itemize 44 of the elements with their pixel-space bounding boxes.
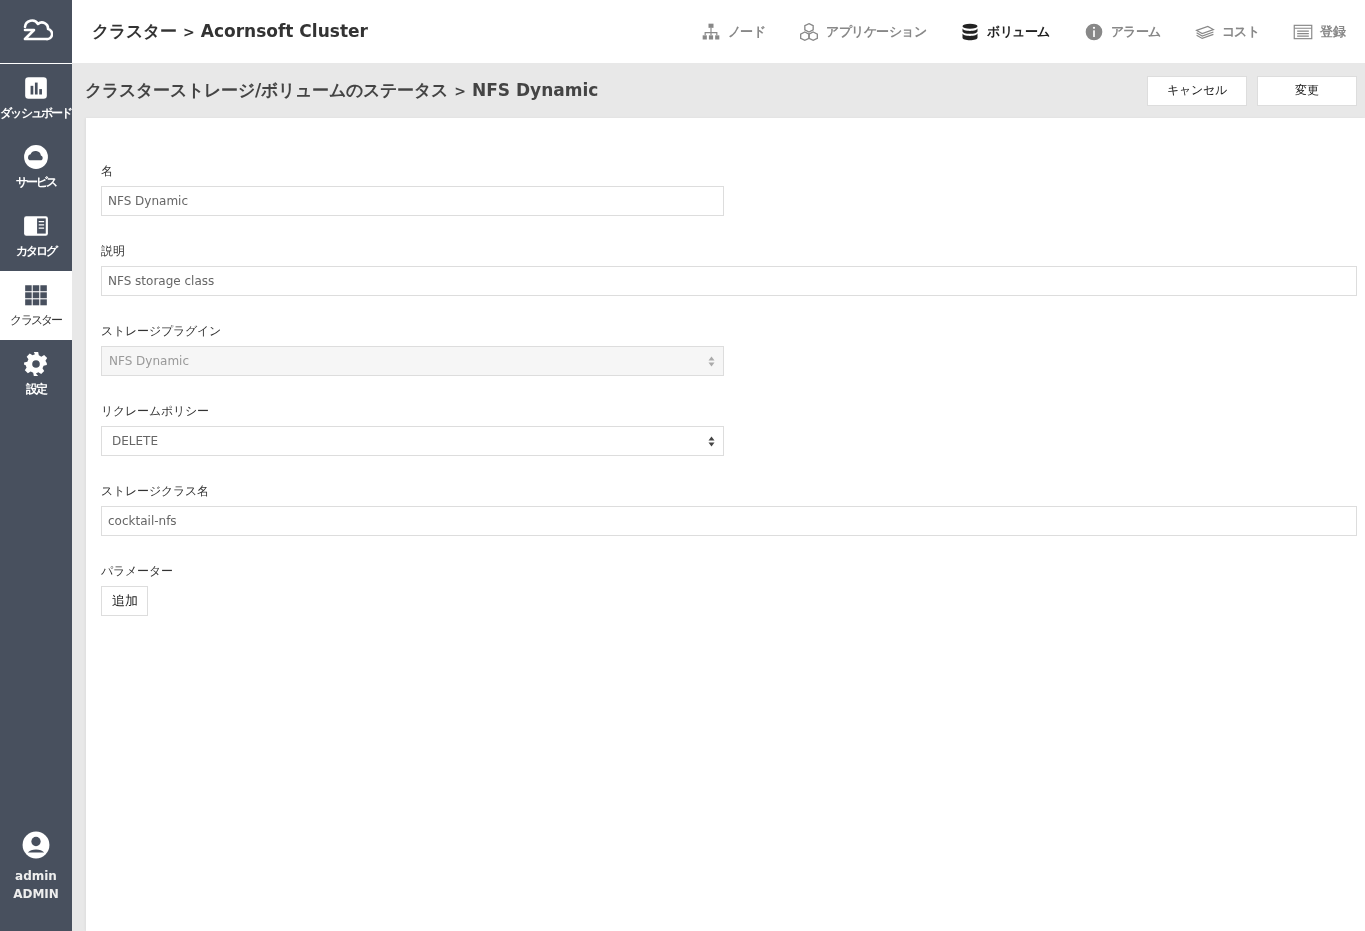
action-button[interactable]: 変更 xyxy=(1257,75,1357,106)
field-label: パラメーター xyxy=(101,563,173,580)
nav-tab[interactable]: 登録 xyxy=(1293,21,1345,42)
field-label: 説明 xyxy=(101,243,125,260)
page-title: NFS Dynamic xyxy=(471,80,599,100)
user-icon xyxy=(22,831,50,859)
nav-tab[interactable]: アプリケーション xyxy=(799,21,926,42)
grid-icon xyxy=(23,282,49,308)
field-label: ストレージクラス名 xyxy=(101,483,209,500)
gear-icon xyxy=(23,351,49,377)
breadcrumb-separator: > xyxy=(183,24,195,40)
user-role: ADMIN xyxy=(13,887,59,901)
field-label: 名 xyxy=(101,163,113,180)
text-input[interactable]: NFS Dynamic xyxy=(101,186,724,216)
sort-arrows-icon xyxy=(708,435,715,447)
page-title: クラスターストレージ/ボリュームのステータス xyxy=(85,79,449,102)
action-button[interactable]: キャンセル xyxy=(1147,75,1247,106)
cloud-icon xyxy=(23,144,49,170)
breadcrumb-item: クラスター xyxy=(92,20,177,43)
field-label: リクレームポリシー xyxy=(101,403,209,420)
add-button[interactable]: 追加 xyxy=(101,586,148,616)
sort-arrows-icon xyxy=(708,355,715,367)
nav-tab[interactable]: ボリューム xyxy=(960,21,1050,42)
user-name: admin xyxy=(15,869,57,883)
text-input[interactable]: NFS storage class xyxy=(101,266,1357,296)
sidebar-item[interactable]: 設定 xyxy=(0,340,72,409)
title-separator: > xyxy=(454,83,466,99)
sidebar-item[interactable]: ダッシュボード xyxy=(0,64,72,133)
sidebar-item[interactable]: サービス xyxy=(0,133,72,202)
field-label: ストレージプラグイン xyxy=(101,323,221,340)
info-icon xyxy=(1083,21,1104,42)
nav-tab[interactable]: ノード xyxy=(700,21,765,42)
book-icon xyxy=(23,213,49,239)
nav-tab[interactable]: コスト xyxy=(1194,21,1259,42)
cubes-icon xyxy=(799,21,819,42)
hierarchy-icon xyxy=(700,21,721,42)
select-field[interactable]: DELETE xyxy=(101,426,724,456)
sidebar-item[interactable]: カタログ xyxy=(0,202,72,271)
sidebar-item[interactable]: クラスター xyxy=(0,271,72,340)
nav-tab[interactable]: アラーム xyxy=(1083,21,1161,42)
text-input[interactable]: cocktail-nfs xyxy=(101,506,1357,536)
database-icon xyxy=(960,21,980,42)
breadcrumb-item: Acornsoft Cluster xyxy=(200,21,368,41)
bar-chart-icon xyxy=(23,75,49,101)
